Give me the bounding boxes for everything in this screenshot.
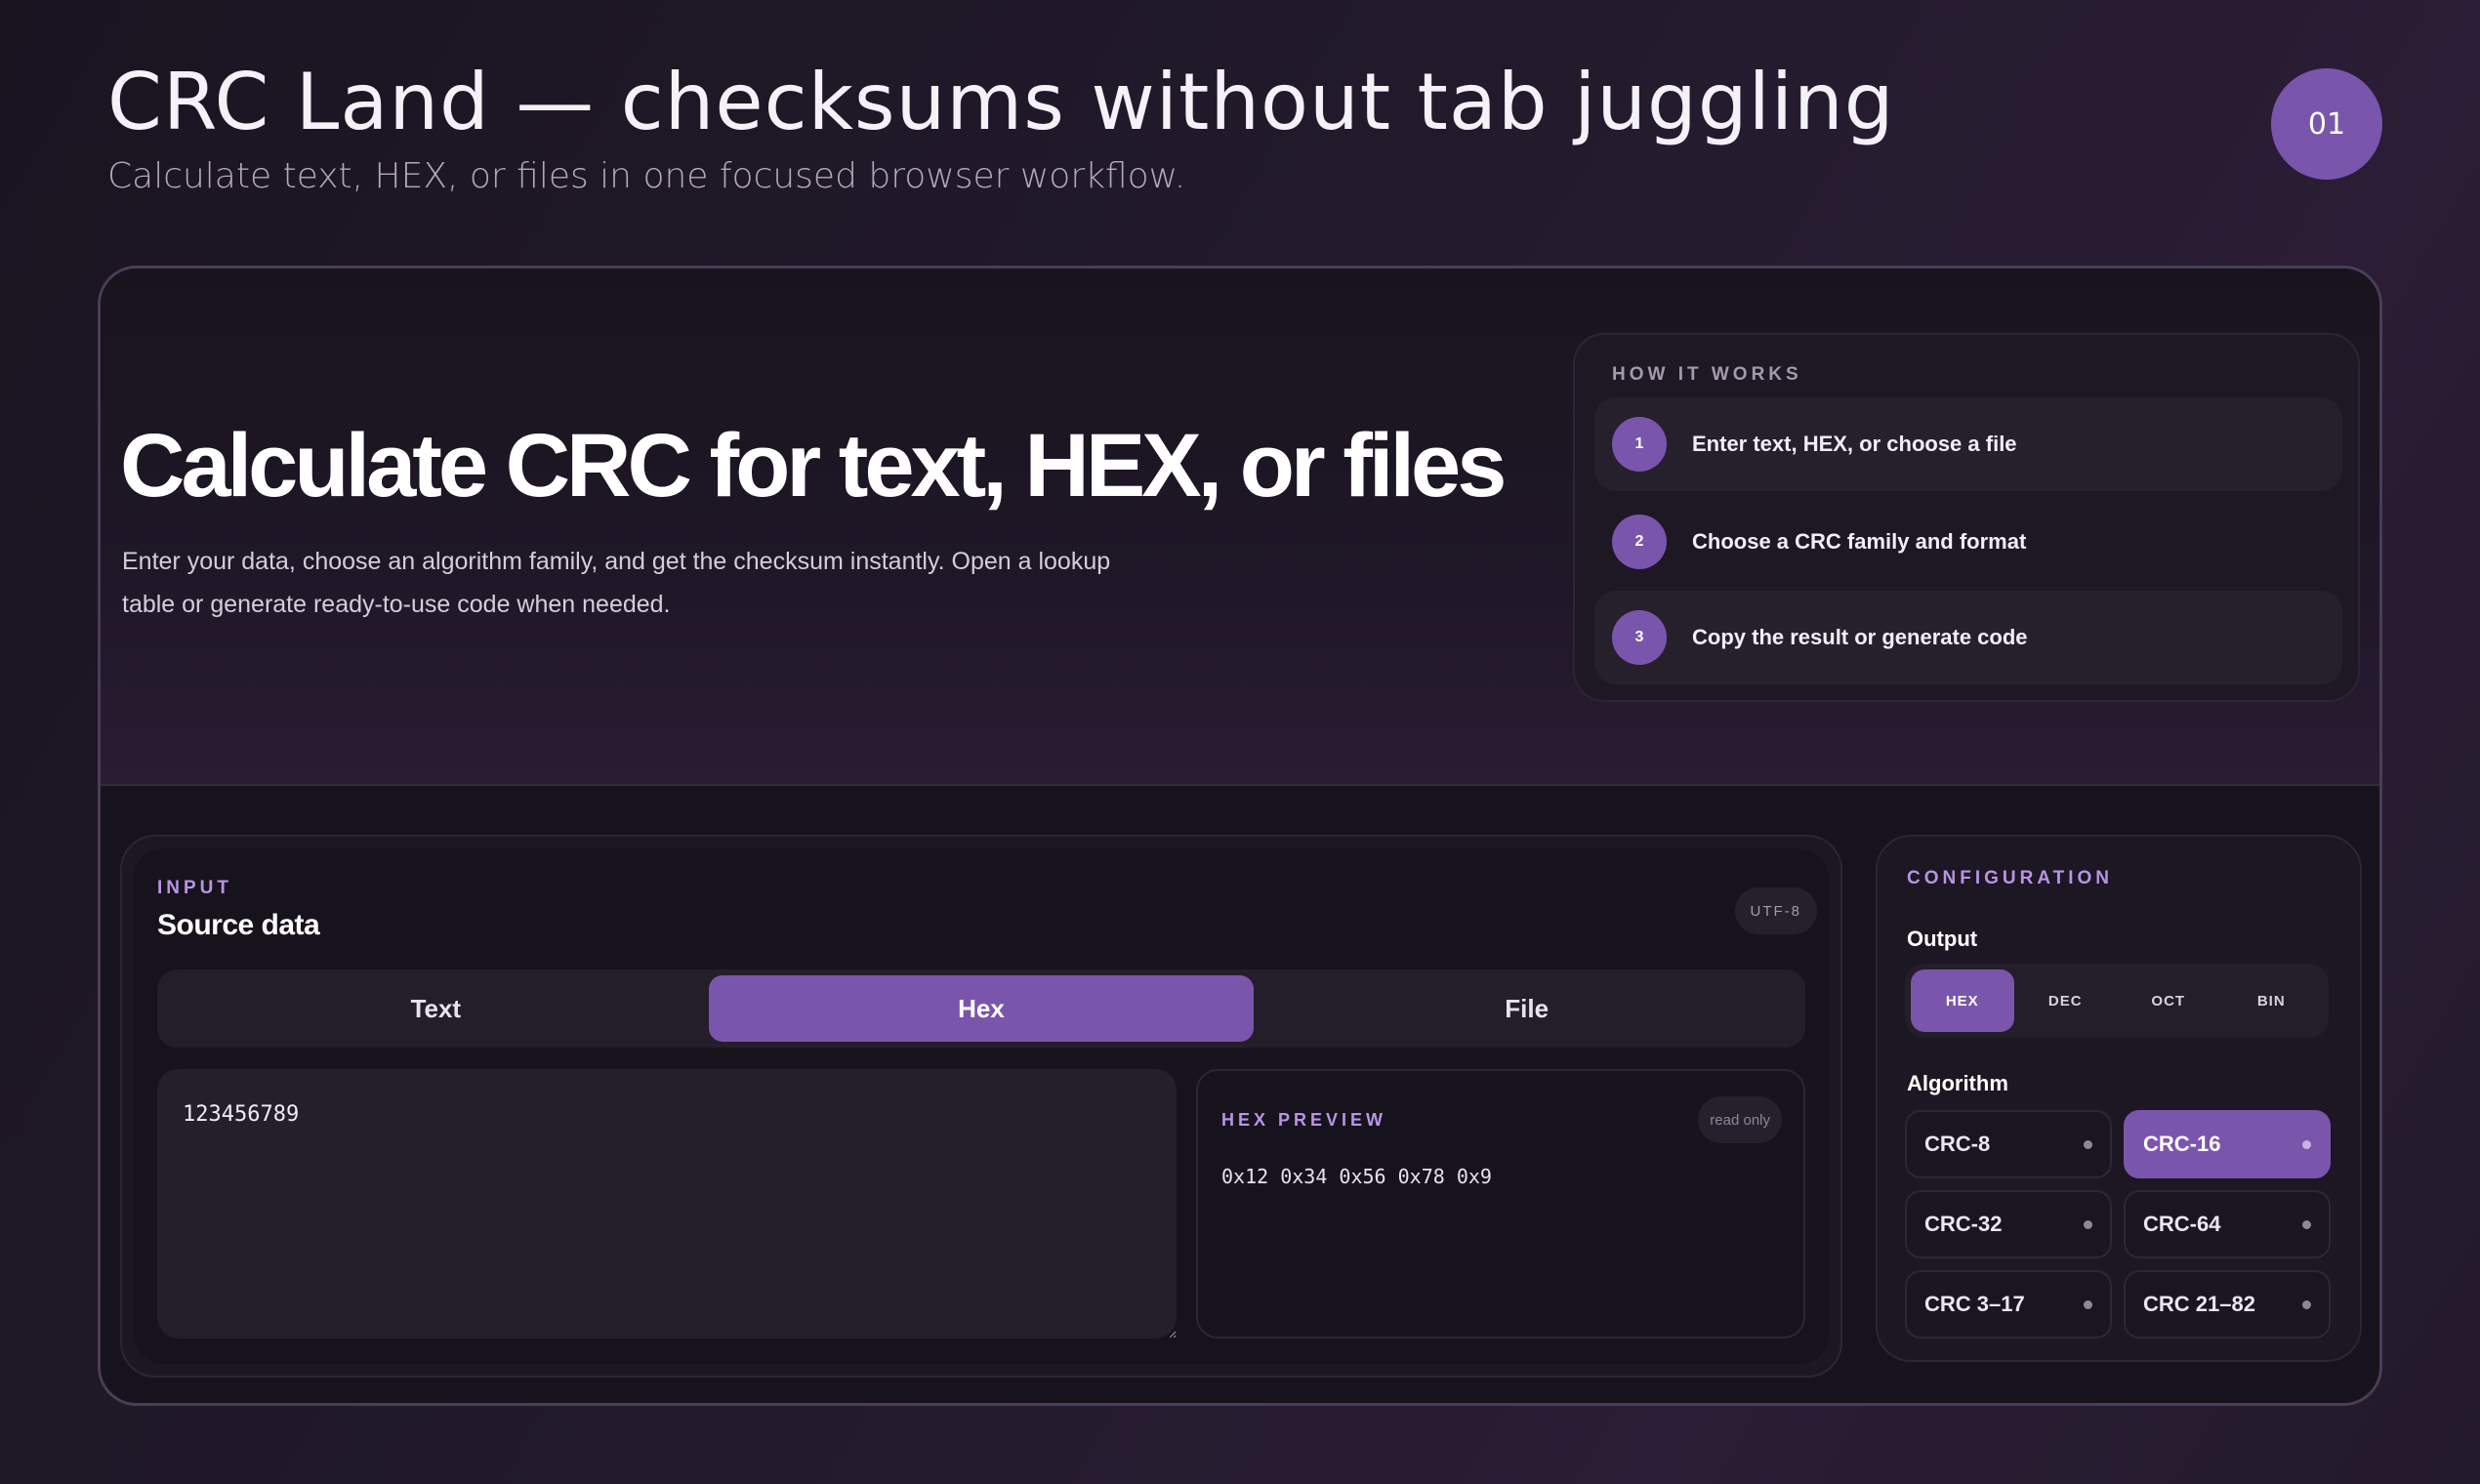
status-dot-icon bbox=[2084, 1299, 2092, 1309]
output-format-tabs: HEX DEC OCT BIN bbox=[1905, 964, 2329, 1038]
slide-title: CRC Land — checksums without tab jugglin… bbox=[107, 57, 1895, 147]
status-dot-icon bbox=[2084, 1219, 2092, 1229]
step-1: 1 Enter text, HEX, or choose a file bbox=[1594, 397, 2342, 491]
step-number: 3 bbox=[1612, 610, 1667, 665]
step-number: 2 bbox=[1612, 515, 1667, 569]
tab-file[interactable]: File bbox=[1254, 975, 1799, 1042]
page-number-badge: 01 bbox=[2271, 68, 2382, 180]
hex-preview-value: 0x12 0x34 0x56 0x78 0x9 bbox=[1221, 1165, 1492, 1188]
hex-preview-panel: HEX PREVIEW read only 0x12 0x34 0x56 0x7… bbox=[1196, 1069, 1805, 1339]
algorithm-grid: CRC-8 CRC-16 CRC-32 CRC-64 CRC 3–17 CRC … bbox=[1905, 1110, 2331, 1339]
hero-section: Calculate CRC for text, HEX, or files En… bbox=[101, 268, 2379, 786]
step-text: Copy the result or generate code bbox=[1692, 625, 2028, 649]
hex-preview-label: HEX PREVIEW bbox=[1221, 1110, 1387, 1130]
step-text: Enter text, HEX, or choose a file bbox=[1692, 432, 2017, 456]
format-hex-button[interactable]: HEX bbox=[1911, 969, 2014, 1032]
step-text: Choose a CRC family and format bbox=[1692, 529, 2027, 554]
status-dot-icon bbox=[2302, 1299, 2311, 1309]
slide-subtitle: Calculate text, HEX, or files in one foc… bbox=[107, 156, 1186, 196]
input-heading: Source data bbox=[157, 909, 320, 941]
algorithm-label-text: CRC 21–82 bbox=[2143, 1292, 2255, 1316]
hero-title: Calculate CRC for text, HEX, or files bbox=[120, 416, 1507, 515]
algorithm-label-text: CRC-8 bbox=[1924, 1132, 1991, 1156]
input-panel: INPUT Source data UTF-8 Text Hex File 12… bbox=[134, 848, 1829, 1364]
configuration-card: CONFIGURATION Output HEX DEC OCT BIN Alg… bbox=[1876, 835, 2362, 1362]
how-it-works-label: HOW IT WORKS bbox=[1612, 364, 1802, 385]
input-card: INPUT Source data UTF-8 Text Hex File 12… bbox=[120, 835, 1842, 1378]
status-dot-icon bbox=[2302, 1139, 2311, 1149]
step-3: 3 Copy the result or generate code bbox=[1594, 591, 2342, 684]
status-dot-icon bbox=[2302, 1219, 2311, 1229]
output-label: Output bbox=[1907, 927, 1978, 951]
algorithm-crc32-button[interactable]: CRC-32 bbox=[1905, 1190, 2112, 1258]
step-number: 1 bbox=[1612, 417, 1667, 472]
algorithm-crc21-82-button[interactable]: CRC 21–82 bbox=[2124, 1270, 2331, 1339]
algorithm-crc8-button[interactable]: CRC-8 bbox=[1905, 1110, 2112, 1178]
algorithm-label-text: CRC-64 bbox=[2143, 1212, 2221, 1236]
format-oct-button[interactable]: OCT bbox=[2117, 969, 2220, 1032]
algorithm-label-text: CRC-32 bbox=[1924, 1212, 2003, 1236]
app-frame: Calculate CRC for text, HEX, or files En… bbox=[98, 266, 2382, 1406]
input-mode-tabs: Text Hex File bbox=[157, 969, 1805, 1048]
algorithm-label: Algorithm bbox=[1907, 1071, 2008, 1095]
algorithm-crc3-17-button[interactable]: CRC 3–17 bbox=[1905, 1270, 2112, 1339]
status-dot-icon bbox=[2084, 1139, 2092, 1149]
algorithm-crc64-button[interactable]: CRC-64 bbox=[2124, 1190, 2331, 1258]
format-bin-button[interactable]: BIN bbox=[2220, 969, 2324, 1032]
hero-description: Enter your data, choose an algorithm fam… bbox=[122, 548, 1111, 618]
algorithm-crc16-button[interactable]: CRC-16 bbox=[2124, 1110, 2331, 1178]
tab-text[interactable]: Text bbox=[163, 975, 709, 1042]
read-only-badge: read only bbox=[1698, 1096, 1782, 1143]
source-data-input[interactable]: 123456789 bbox=[157, 1069, 1177, 1339]
input-section-label: INPUT bbox=[157, 878, 232, 898]
algorithm-label-text: CRC 3–17 bbox=[1924, 1292, 2025, 1316]
format-dec-button[interactable]: DEC bbox=[2014, 969, 2118, 1032]
tab-hex[interactable]: Hex bbox=[708, 975, 1255, 1042]
step-2: 2 Choose a CRC family and format bbox=[1594, 495, 2342, 589]
how-it-works-card: HOW IT WORKS 1 Enter text, HEX, or choos… bbox=[1573, 333, 2360, 702]
encoding-badge[interactable]: UTF-8 bbox=[1734, 887, 1817, 934]
configuration-label: CONFIGURATION bbox=[1907, 868, 2114, 888]
algorithm-label-text: CRC-16 bbox=[2143, 1132, 2221, 1156]
